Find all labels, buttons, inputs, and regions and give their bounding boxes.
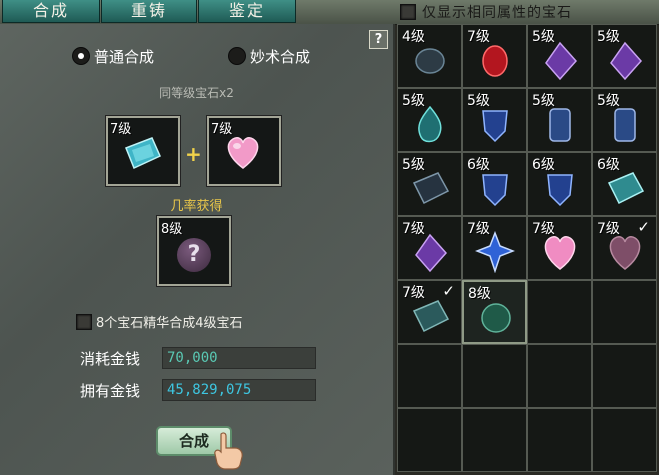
- inventory-slot[interactable]: [527, 344, 592, 408]
- inventory-slot-level: 6级: [597, 157, 620, 173]
- pink-heart-gem-icon: [227, 137, 259, 169]
- input-slot-2[interactable]: 7级: [207, 116, 281, 186]
- inventory-slot[interactable]: 8级: [462, 280, 527, 344]
- input-slot-1[interactable]: 7级: [106, 116, 180, 186]
- unknown-gem-icon: ?: [177, 238, 211, 272]
- inventory-slot[interactable]: 7级: [527, 216, 592, 280]
- radio-skill-icon[interactable]: [228, 47, 246, 65]
- gem-inventory-grid: 4级 7级 5级 5级 5级 5级 5级 5级 5级 6级 6级 6级 7级 7级 7级 7级 ✓ 7级 ✓ 8级: [397, 24, 659, 475]
- selected-check-icon: ✓: [637, 218, 650, 236]
- top-bar: 合成 重铸 鉴定 仅显示相同属性的宝石: [0, 0, 659, 25]
- inventory-slot-level: 8级: [468, 286, 491, 302]
- inventory-slot-level: 6级: [467, 157, 490, 173]
- inventory-slot[interactable]: 7级: [397, 216, 462, 280]
- inventory-slot-level: 7级: [402, 285, 425, 301]
- inventory-slot[interactable]: [592, 408, 657, 472]
- owned-value: 45,829,075: [162, 379, 316, 401]
- inventory-slot[interactable]: 7级: [462, 24, 527, 88]
- inventory-slot-level: 4级: [402, 29, 425, 45]
- inventory-slot-level: 5级: [597, 93, 620, 109]
- same-attribute-filter[interactable]: 仅显示相同属性的宝石: [400, 2, 572, 22]
- inventory-slot-level: 7级: [532, 221, 555, 237]
- cost-value: 70,000: [162, 347, 316, 369]
- inventory-slot[interactable]: [527, 408, 592, 472]
- inventory-slot[interactable]: [397, 408, 462, 472]
- inventory-slot-level: 7级: [467, 221, 490, 237]
- pointer-hand-icon: [214, 432, 243, 470]
- owned-label: 拥有金钱: [80, 381, 141, 400]
- inventory-slot[interactable]: 5级: [592, 24, 657, 88]
- inventory-slot[interactable]: 5级: [397, 152, 462, 216]
- inventory-slot[interactable]: [527, 280, 592, 344]
- inventory-slot-level: 5级: [532, 29, 555, 45]
- essence-option[interactable]: 8个宝石精华合成4级宝石: [76, 312, 243, 331]
- inventory-slot[interactable]: 6级: [527, 152, 592, 216]
- same-attribute-label: 仅显示相同属性的宝石: [422, 5, 572, 21]
- inventory-slot[interactable]: [592, 344, 657, 408]
- inventory-slot[interactable]: 4级: [397, 24, 462, 88]
- mode-normal-label: 普通合成: [94, 47, 155, 66]
- tab-identify[interactable]: 鉴定: [198, 0, 296, 23]
- tab-synthesize[interactable]: 合成: [2, 0, 100, 23]
- inventory-slot[interactable]: [462, 344, 527, 408]
- recipe-subtitle: 同等级宝石x2: [159, 86, 234, 100]
- inventory-slot[interactable]: [592, 280, 657, 344]
- inventory-slot[interactable]: 5级: [592, 88, 657, 152]
- same-attribute-checkbox[interactable]: [400, 4, 416, 20]
- mode-skill-label: 妙术合成: [250, 47, 311, 66]
- essence-label: 8个宝石精华合成4级宝石: [96, 316, 243, 331]
- plus-sign: +: [185, 142, 202, 166]
- inventory-slot-level: 5级: [532, 93, 555, 109]
- inventory-slot-level: 5级: [597, 29, 620, 45]
- cost-row: 消耗金钱 70,000: [80, 347, 316, 369]
- inventory-slot-level: 5级: [402, 157, 425, 173]
- inventory-slot[interactable]: 6级: [462, 152, 527, 216]
- inventory-slot[interactable]: 6级: [592, 152, 657, 216]
- inventory-slot-level: 5级: [467, 93, 490, 109]
- inventory-slot[interactable]: 5级: [527, 24, 592, 88]
- output-slot: 8级 ?: [157, 216, 231, 286]
- tab-recast[interactable]: 重铸: [101, 0, 197, 23]
- radio-normal-icon[interactable]: [72, 47, 90, 65]
- inventory-slot-level: 6级: [532, 157, 555, 173]
- inventory-slot[interactable]: [462, 408, 527, 472]
- inventory-slot[interactable]: 5级: [397, 88, 462, 152]
- selected-check-icon: ✓: [442, 282, 455, 300]
- output-level: 8级: [161, 222, 183, 237]
- mode-skill[interactable]: 妙术合成: [228, 46, 310, 66]
- inventory-slot[interactable]: 7级 ✓: [397, 280, 462, 344]
- teal-prism-gem-icon: [125, 137, 161, 170]
- owned-row: 拥有金钱 45,829,075: [80, 379, 316, 401]
- inventory-slot-level: 7级: [597, 221, 620, 237]
- synthesis-panel: ? 普通合成 妙术合成 同等级宝石x2 7级 + 7级 几率获得 8级 ? 8个…: [0, 24, 395, 475]
- inventory-slot-level: 7级: [467, 29, 490, 45]
- inventory-slot[interactable]: 7级 ✓: [592, 216, 657, 280]
- cost-label: 消耗金钱: [80, 349, 141, 368]
- probability-label: 几率获得: [170, 199, 223, 214]
- mode-normal[interactable]: 普通合成: [72, 46, 154, 66]
- inventory-slot-level: 5级: [402, 93, 425, 109]
- inventory-slot[interactable]: 5级: [527, 88, 592, 152]
- help-button[interactable]: ?: [369, 30, 388, 49]
- inventory-slot[interactable]: [397, 344, 462, 408]
- essence-checkbox[interactable]: [76, 313, 92, 330]
- inventory-slot[interactable]: 5级: [462, 88, 527, 152]
- inventory-slot[interactable]: 7级: [462, 216, 527, 280]
- inventory-slot-level: 7级: [402, 221, 425, 237]
